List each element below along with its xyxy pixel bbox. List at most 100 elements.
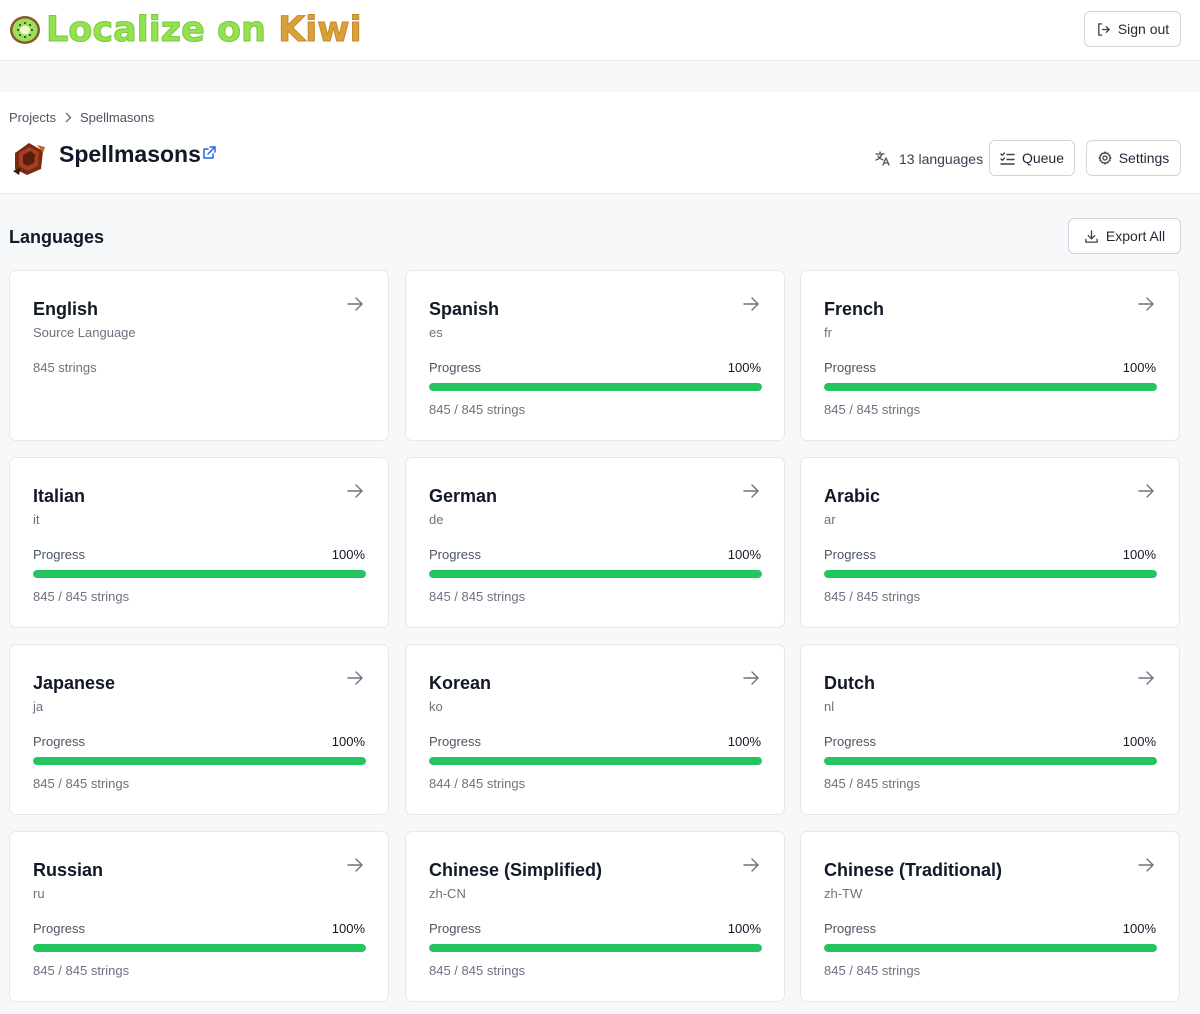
language-name: Chinese (Traditional) (824, 860, 1003, 880)
progress-value: 100% (1122, 547, 1156, 562)
language-name: Arabic (824, 486, 881, 506)
download-icon (1085, 229, 1098, 243)
language-card-italian[interactable]: Italian it Progress 100% 845 / 845 strin… (9, 457, 389, 628)
progress-label: Progress (429, 921, 482, 936)
language-count-label: 13 languages (899, 150, 984, 167)
arrow-right-icon (743, 671, 759, 685)
language-code: fr (824, 325, 832, 340)
progress-bar-fill (429, 944, 762, 952)
project-avatar-icon (13, 143, 45, 175)
language-card-spanish[interactable]: Spanish es Progress 100% 845 / 845 strin… (405, 270, 785, 441)
top-bar: Localize on Kiwi Sign out (0, 0, 1200, 61)
string-count: 845 / 845 strings (824, 963, 921, 978)
string-count: 845 / 845 strings (429, 402, 526, 417)
progress-bar (824, 383, 1157, 391)
kiwi-logo-icon (10, 16, 40, 44)
arrow-right-icon (743, 858, 759, 872)
language-code: zh-CN (429, 886, 466, 901)
language-code: it (33, 512, 40, 527)
progress-label: Progress (33, 547, 86, 562)
language-name: German (429, 486, 498, 506)
progress-value: 100% (331, 547, 365, 562)
progress-bar (429, 944, 762, 952)
gear-icon (1098, 151, 1112, 165)
string-count: 845 / 845 strings (824, 776, 921, 791)
language-name: Spanish (429, 299, 500, 319)
progress-bar (429, 383, 762, 391)
breadcrumb: Projects Spellmasons (9, 110, 154, 125)
progress-bar-fill (824, 383, 1157, 391)
language-count: 13 languages (874, 150, 983, 167)
logo-word-2: on (217, 10, 267, 51)
progress-value: 100% (1122, 360, 1156, 375)
string-count: 845 / 845 strings (33, 589, 130, 604)
progress-bar (33, 944, 366, 952)
export-all-label: Export All (1105, 228, 1166, 244)
language-code: ru (33, 886, 45, 901)
progress-label: Progress (824, 734, 877, 749)
progress-label: Progress (33, 921, 86, 936)
progress-label: Progress (429, 547, 482, 562)
app-logo[interactable]: Localize on Kiwi (8, 10, 363, 51)
string-count: 845 / 845 strings (429, 963, 526, 978)
language-card-chinese-traditional[interactable]: Chinese (Traditional) zh-TW Progress 100… (800, 831, 1180, 1002)
arrow-right-icon (1138, 484, 1154, 498)
language-card-dutch[interactable]: Dutch nl Progress 100% 845 / 845 strings (800, 644, 1180, 815)
language-code: de (429, 512, 444, 527)
app-logo-text: Localize on Kiwi (46, 10, 363, 51)
project-title: Spellmasons (59, 141, 201, 167)
progress-bar-fill (33, 944, 366, 952)
list-check-icon (1000, 151, 1015, 165)
export-all-button[interactable]: Export All (1068, 218, 1181, 254)
sign-out-button[interactable]: Sign out (1084, 11, 1181, 47)
progress-value: 100% (1122, 734, 1156, 749)
progress-label: Progress (429, 734, 482, 749)
sign-out-icon (1097, 22, 1110, 36)
progress-value: 100% (727, 360, 761, 375)
language-name: Japanese (33, 673, 116, 693)
arrow-right-icon (347, 484, 363, 498)
breadcrumb-current: Spellmasons (79, 110, 155, 125)
queue-label: Queue (1021, 150, 1065, 166)
arrow-right-icon (347, 858, 363, 872)
settings-label: Settings (1118, 150, 1170, 166)
logo-word-1: Localize (46, 10, 206, 51)
arrow-right-icon (1138, 858, 1154, 872)
language-card-russian[interactable]: Russian ru Progress 100% 845 / 845 strin… (9, 831, 389, 1002)
language-name: Chinese (Simplified) (429, 860, 603, 880)
string-count: 845 / 845 strings (33, 963, 130, 978)
arrow-right-icon (743, 484, 759, 498)
progress-bar (33, 570, 366, 578)
progress-bar-fill (429, 570, 762, 578)
language-card-arabic[interactable]: Arabic ar Progress 100% 845 / 845 string… (800, 457, 1180, 628)
progress-bar-fill (33, 757, 366, 765)
language-card-english[interactable]: English Source Language 845 strings (9, 270, 389, 441)
logo-word-3: Kiwi (278, 10, 362, 51)
progress-value: 100% (727, 734, 761, 749)
language-card-korean[interactable]: Korean ko Progress 100% 844 / 845 string… (405, 644, 785, 815)
language-card-german[interactable]: German de Progress 100% 845 / 845 string… (405, 457, 785, 628)
language-code: es (429, 325, 443, 340)
language-card-french[interactable]: French fr Progress 100% 845 / 845 string… (800, 270, 1180, 441)
language-card-chinese-simplified[interactable]: Chinese (Simplified) zh-CN Progress 100%… (405, 831, 785, 1002)
language-card-japanese[interactable]: Japanese ja Progress 100% 845 / 845 stri… (9, 644, 389, 815)
progress-label: Progress (824, 360, 877, 375)
string-count: 845 / 845 strings (824, 589, 921, 604)
queue-button[interactable]: Queue (989, 140, 1075, 176)
breadcrumb-projects-link[interactable]: Projects (9, 110, 56, 125)
progress-value: 100% (1122, 921, 1156, 936)
string-count: 845 / 845 strings (429, 589, 526, 604)
progress-label: Progress (429, 360, 482, 375)
external-link-icon[interactable] (202, 146, 216, 160)
progress-bar (824, 570, 1157, 578)
string-count: 845 / 845 strings (33, 776, 130, 791)
arrow-right-icon (1138, 671, 1154, 685)
settings-button[interactable]: Settings (1086, 140, 1181, 176)
language-code: ja (33, 699, 44, 714)
progress-bar (429, 570, 762, 578)
language-code: zh-TW (824, 886, 863, 901)
language-name: English (33, 299, 99, 319)
progress-value: 100% (727, 921, 761, 936)
progress-bar (429, 757, 762, 765)
progress-bar-fill (824, 570, 1157, 578)
